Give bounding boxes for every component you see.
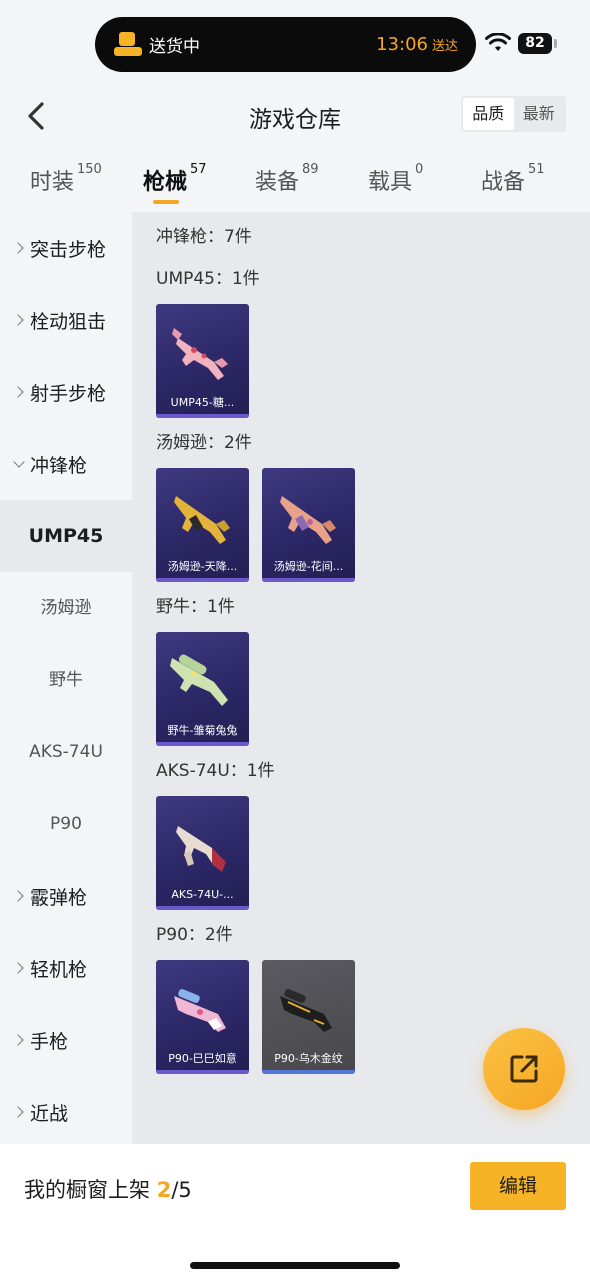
item-card[interactable]: P90-乌木金纹 <box>262 960 355 1074</box>
chevron-down-icon <box>12 457 26 471</box>
sort-by-quality-button[interactable]: 品质 <box>463 98 514 130</box>
smg-skin-icon <box>174 989 226 1032</box>
item-list-scroll: 冲锋枪：7件 UMP45：1件 UMP45-糖... 汤姆逊：2件 汤姆逊-天降… <box>156 222 576 1074</box>
header: 游戏仓库 品质 最新 <box>0 88 590 150</box>
wifi-icon <box>485 33 511 51</box>
item-name: P90-乌木金纹 <box>274 1052 343 1065</box>
rarity-bar <box>156 1070 249 1074</box>
rarity-bar <box>262 578 355 582</box>
sidebar-item-bolt-sniper[interactable]: 栓动狙击 <box>0 284 132 356</box>
rarity-bar <box>156 742 249 746</box>
item-card[interactable]: UMP45-糖... <box>156 304 249 418</box>
active-tab-indicator <box>153 200 179 204</box>
delivery-status-label: 送货中 <box>149 37 200 57</box>
smg-skin-icon <box>172 328 228 380</box>
bottom-bar: 我的橱窗上架 2/5 编辑 <box>0 1144 590 1280</box>
item-card[interactable]: 汤姆逊-天降... <box>156 468 249 582</box>
rarity-bar <box>262 1070 355 1074</box>
item-list-panel[interactable]: 冲锋枪：7件 UMP45：1件 UMP45-糖... 汤姆逊：2件 汤姆逊-天降… <box>132 212 590 1144</box>
chevron-right-icon <box>12 241 26 255</box>
smg-skin-icon <box>174 496 230 544</box>
item-card[interactable]: 汤姆逊-花间... <box>262 468 355 582</box>
chevron-right-icon <box>12 889 26 903</box>
sidebar-subitem-ump45[interactable]: UMP45 <box>0 500 132 572</box>
chevron-right-icon <box>12 961 26 975</box>
smg-skin-icon <box>280 496 336 544</box>
item-name: 野牛-雏菊兔兔 <box>167 724 238 737</box>
tab-vehicles[interactable]: 载具0 <box>368 162 424 204</box>
tab-count: 0 <box>415 162 424 177</box>
group-heading: 野牛：1件 <box>156 597 235 617</box>
sidebar-subitem-bizon[interactable]: 野牛 <box>0 644 132 716</box>
item-card[interactable]: AKS-74U-... <box>156 796 249 910</box>
delivery-live-activity[interactable]: 送货中 13:06 送达 <box>95 17 476 72</box>
share-button[interactable] <box>483 1028 565 1110</box>
item-name: 汤姆逊-天降... <box>167 560 238 573</box>
rarity-bar <box>156 578 249 582</box>
group-heading: AKS-74U：1件 <box>156 761 275 781</box>
showcase-total: /5 <box>171 1178 192 1202</box>
item-row: AKS-74U-... <box>156 796 576 910</box>
item-card[interactable]: 野牛-雏菊兔兔 <box>156 632 249 746</box>
category-tabs: 时装150 枪械57 装备89 载具0 战备51 <box>0 150 590 212</box>
sidebar-item-melee[interactable]: 近战 <box>0 1076 132 1148</box>
sidebar-subitem-thompson[interactable]: 汤姆逊 <box>0 572 132 644</box>
smg-skin-icon <box>176 826 226 872</box>
item-name: P90-巳巳如意 <box>168 1052 237 1065</box>
tab-fashion[interactable]: 时装150 <box>30 162 102 204</box>
sidebar-subitem-aks74u[interactable]: AKS-74U <box>0 716 132 788</box>
tab-count: 51 <box>528 162 545 177</box>
category-heading: 冲锋枪：7件 <box>156 227 252 247</box>
group-heading: P90：2件 <box>156 925 233 945</box>
showcase-status: 我的橱窗上架 2/5 <box>24 1178 192 1202</box>
tab-count: 150 <box>77 162 102 177</box>
tab-count: 89 <box>302 162 319 177</box>
delivery-eta-label: 送达 <box>431 39 458 54</box>
edit-button[interactable]: 编辑 <box>470 1162 566 1210</box>
sidebar-item-marksman-rifle[interactable]: 射手步枪 <box>0 356 132 428</box>
sidebar-item-assault-rifle[interactable]: 突击步枪 <box>0 212 132 284</box>
item-name: UMP45-糖... <box>170 396 235 409</box>
sidebar-item-shotgun[interactable]: 霰弹枪 <box>0 860 132 932</box>
item-row: 野牛-雏菊兔兔 <box>156 632 576 746</box>
battery-tip <box>554 39 557 48</box>
tab-firearms[interactable]: 枪械57 <box>143 162 207 204</box>
sort-by-newest-button[interactable]: 最新 <box>514 98 565 130</box>
sidebar-item-smg[interactable]: 冲锋枪 <box>0 428 132 500</box>
tab-supplies[interactable]: 战备51 <box>481 162 545 204</box>
smg-skin-icon <box>170 654 228 706</box>
chevron-right-icon <box>12 1105 26 1119</box>
item-name: AKS-74U-... <box>171 888 234 901</box>
group-heading: 汤姆逊：2件 <box>156 433 252 453</box>
status-bar: 送货中 13:06 送达 82 <box>0 0 590 88</box>
delivery-eta-time: 13:06 <box>376 34 428 55</box>
battery-indicator: 82 <box>518 33 552 54</box>
weapon-type-sidebar: 突击步枪 栓动狙击 射手步枪 冲锋枪 UMP45 汤姆逊 野牛 AKS-74U … <box>0 212 132 1144</box>
sidebar-item-pistol[interactable]: 手枪 <box>0 1004 132 1076</box>
tab-count: 57 <box>190 162 207 177</box>
item-name: 汤姆逊-花间... <box>273 560 344 573</box>
sidebar-item-lmg[interactable]: 轻机枪 <box>0 932 132 1004</box>
sidebar-subitem-p90[interactable]: P90 <box>0 788 132 860</box>
chevron-right-icon <box>12 1033 26 1047</box>
item-card[interactable]: P90-巳巳如意 <box>156 960 249 1074</box>
share-external-icon <box>510 1055 538 1083</box>
item-row: 汤姆逊-天降... 汤姆逊-花间... <box>156 468 576 582</box>
rarity-bar <box>156 906 249 910</box>
item-row: UMP45-糖... <box>156 304 576 418</box>
rarity-bar <box>156 414 249 418</box>
delivery-rider-icon <box>113 30 143 60</box>
group-heading: UMP45：1件 <box>156 269 260 289</box>
chevron-right-icon <box>12 385 26 399</box>
home-indicator[interactable] <box>190 1262 400 1269</box>
tab-equipment[interactable]: 装备89 <box>255 162 319 204</box>
showcase-count: 2 <box>156 1178 172 1202</box>
sort-toggle: 品质 最新 <box>461 96 566 132</box>
chevron-right-icon <box>12 313 26 327</box>
smg-skin-icon <box>280 989 332 1032</box>
